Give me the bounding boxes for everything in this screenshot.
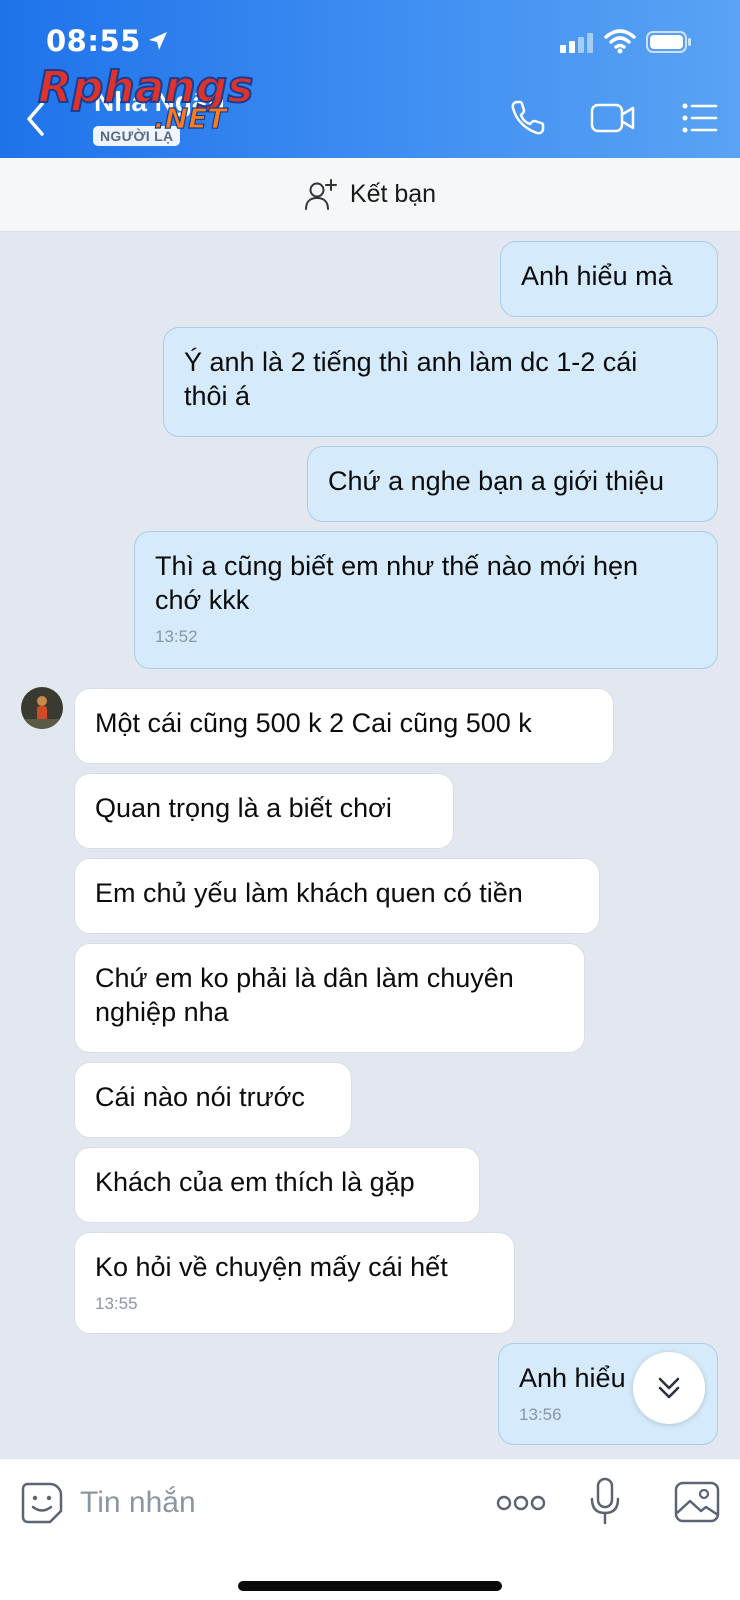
- message-text: Quan trọng là a biết chơi: [95, 793, 392, 823]
- home-indicator[interactable]: [238, 1581, 502, 1591]
- message-text: Chứ a nghe bạn a giới thiệu: [328, 466, 665, 496]
- image-icon[interactable]: [674, 1481, 720, 1523]
- chat-header: 08:55 Nha Ngân NGƯỜI LẠ Rphangs .NET: [0, 0, 740, 158]
- watermark-sub: .NET: [154, 102, 228, 135]
- message-bubble-incoming[interactable]: Chứ em ko phải là dân làm chuyên nghiệp …: [74, 943, 585, 1053]
- message-bubble-outgoing[interactable]: Ý anh là 2 tiếng thì anh làm dc 1-2 cái …: [163, 327, 718, 437]
- sticker-icon[interactable]: [20, 1481, 64, 1525]
- signal-icon: [560, 33, 593, 53]
- message-bubble-incoming[interactable]: Khách của em thích là gặp: [74, 1147, 480, 1223]
- message-text: Một cái cũng 500 k 2 Cai cũng 500 k: [95, 708, 532, 738]
- video-camera-icon[interactable]: [590, 101, 636, 135]
- message-bubble-incoming[interactable]: Một cái cũng 500 k 2 Cai cũng 500 k: [74, 688, 614, 764]
- message-bubble-incoming[interactable]: Cái nào nói trước: [74, 1062, 352, 1138]
- add-friend-label: Kết bạn: [349, 180, 437, 208]
- message-input[interactable]: [80, 1479, 460, 1527]
- message-bubble-incoming[interactable]: Quan trọng là a biết chơi: [74, 773, 454, 849]
- message-text: Anh hiểu mà: [521, 261, 673, 291]
- wifi-icon: [604, 29, 636, 54]
- message-text: Em chủ yếu làm khách quen có tiền: [95, 878, 523, 908]
- double-chevron-down-icon: [658, 1377, 680, 1399]
- add-friend-icon: [304, 178, 337, 210]
- message-timestamp: 13:52: [155, 627, 198, 646]
- message-bubble-incoming[interactable]: Ko hỏi về chuyện mấy cái hết 13:55: [74, 1232, 515, 1334]
- scroll-to-bottom-button[interactable]: [633, 1352, 705, 1424]
- message-bubble-outgoing[interactable]: Anh hiểu mà: [500, 241, 718, 317]
- message-timestamp: 13:55: [95, 1294, 138, 1313]
- message-bubble-outgoing[interactable]: Chứ a nghe bạn a giới thiệu: [307, 446, 718, 522]
- avatar-photo: [21, 687, 63, 729]
- microphone-icon[interactable]: [588, 1477, 622, 1525]
- message-text: Khách của em thích là gặp: [95, 1167, 415, 1197]
- avatar[interactable]: [21, 687, 63, 729]
- battery-icon: [646, 31, 691, 53]
- message-bubble-outgoing[interactable]: Thì a cũng biết em như thế nào mới hẹn c…: [134, 531, 718, 669]
- status-time: 08:55: [46, 24, 141, 58]
- more-dots-icon[interactable]: [496, 1491, 546, 1515]
- message-composer: [0, 1458, 740, 1600]
- add-friend-button[interactable]: Kết bạn: [0, 158, 740, 232]
- message-text: Cái nào nói trước: [95, 1082, 305, 1112]
- list-menu-icon[interactable]: [682, 102, 718, 134]
- location-arrow-icon: [149, 32, 167, 50]
- watermark-logo: Rphangs .NET: [37, 61, 254, 136]
- message-text: Chứ em ko phải là dân làm chuyên nghiệp …: [95, 963, 514, 1027]
- message-bubble-incoming[interactable]: Em chủ yếu làm khách quen có tiền: [74, 858, 600, 934]
- phone-icon[interactable]: [508, 98, 548, 138]
- message-text: Ko hỏi về chuyện mấy cái hết: [95, 1252, 448, 1282]
- message-text: Ý anh là 2 tiếng thì anh làm dc 1-2 cái …: [184, 347, 638, 411]
- message-text: Thì a cũng biết em như thế nào mới hẹn c…: [155, 551, 639, 615]
